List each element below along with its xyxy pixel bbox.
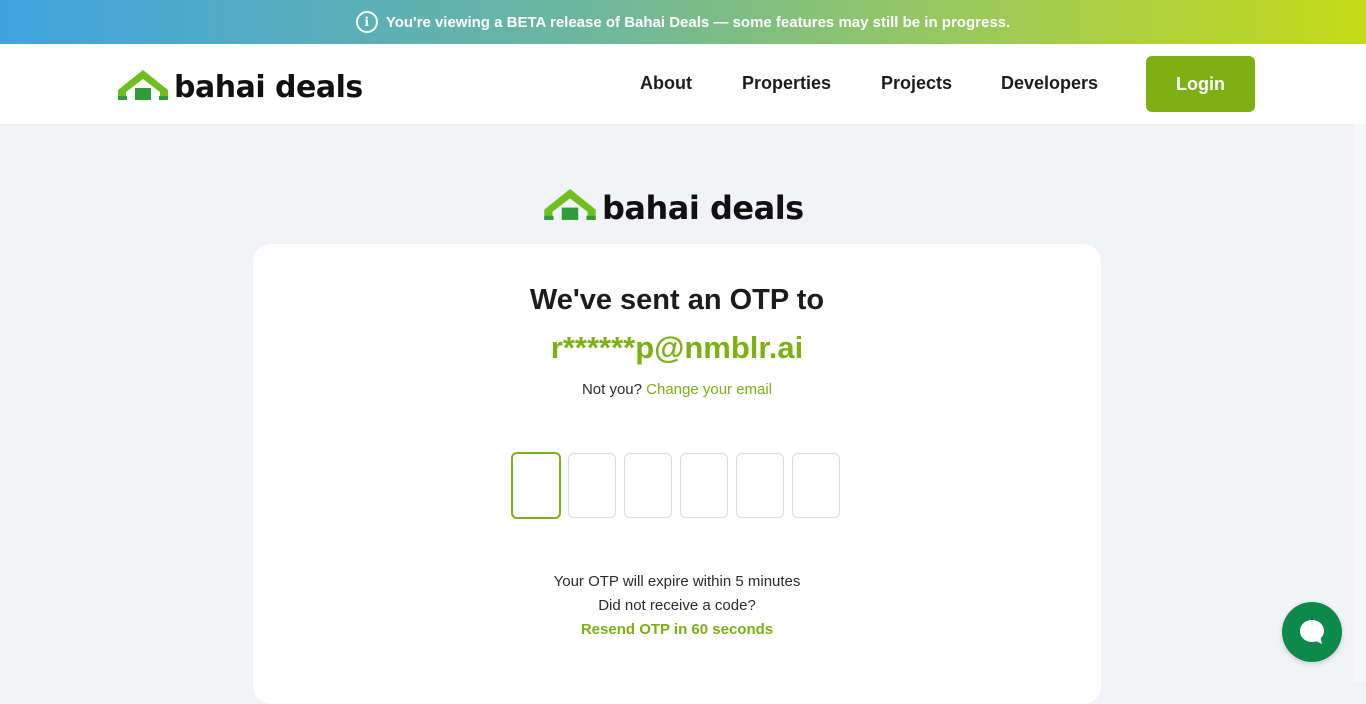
otp-digit-5[interactable] — [736, 453, 784, 518]
otp-input-group — [511, 452, 848, 519]
otp-digit-6[interactable] — [792, 453, 840, 518]
resend-otp-countdown[interactable]: Resend OTP in 60 seconds — [253, 621, 1101, 638]
header-logo[interactable]: bahai deals — [118, 68, 363, 105]
otp-digit-1[interactable] — [511, 452, 561, 519]
center-logo: bahai deals — [544, 187, 804, 227]
logo-text: bahai deals — [174, 70, 363, 105]
not-you-text: Not you? — [581, 381, 642, 398]
logo-text: bahai deals — [602, 189, 804, 227]
otp-card: We've sent an OTP to r******p@nmblr.ai N… — [253, 244, 1101, 704]
otp-digit-2[interactable] — [568, 453, 616, 518]
no-code-text: Did not receive a code? — [598, 597, 756, 614]
otp-expire-text: Your OTP will expire within 5 minutes — [553, 573, 801, 590]
beta-banner-text: You're viewing a BETA release of Bahai D… — [385, 13, 1011, 31]
nav-developers[interactable]: Developers — [1001, 73, 1098, 94]
chat-widget-button[interactable] — [1282, 602, 1342, 662]
nav-projects[interactable]: Projects — [881, 73, 952, 94]
otp-digit-3[interactable] — [624, 453, 672, 518]
nav-properties[interactable]: Properties — [742, 73, 831, 94]
not-you-line: Not you? Change your email — [253, 381, 1101, 398]
site-header: bahai deals About Properties Projects De… — [0, 44, 1366, 124]
house-logo-icon — [118, 70, 168, 100]
scrollbar-track[interactable] — [1354, 124, 1366, 682]
info-icon: i — [355, 11, 378, 33]
beta-banner: i You're viewing a BETA release of Bahai… — [0, 0, 1366, 44]
chat-bubble-icon — [1300, 620, 1324, 644]
otp-title: We've sent an OTP to — [529, 284, 825, 316]
house-logo-icon — [544, 189, 596, 220]
otp-digit-4[interactable] — [680, 453, 728, 518]
login-button[interactable]: Login — [1146, 56, 1255, 112]
nav-about[interactable]: About — [640, 73, 692, 94]
masked-email: r******p@nmblr.ai — [550, 330, 804, 365]
change-email-link[interactable]: Change your email — [646, 381, 772, 398]
